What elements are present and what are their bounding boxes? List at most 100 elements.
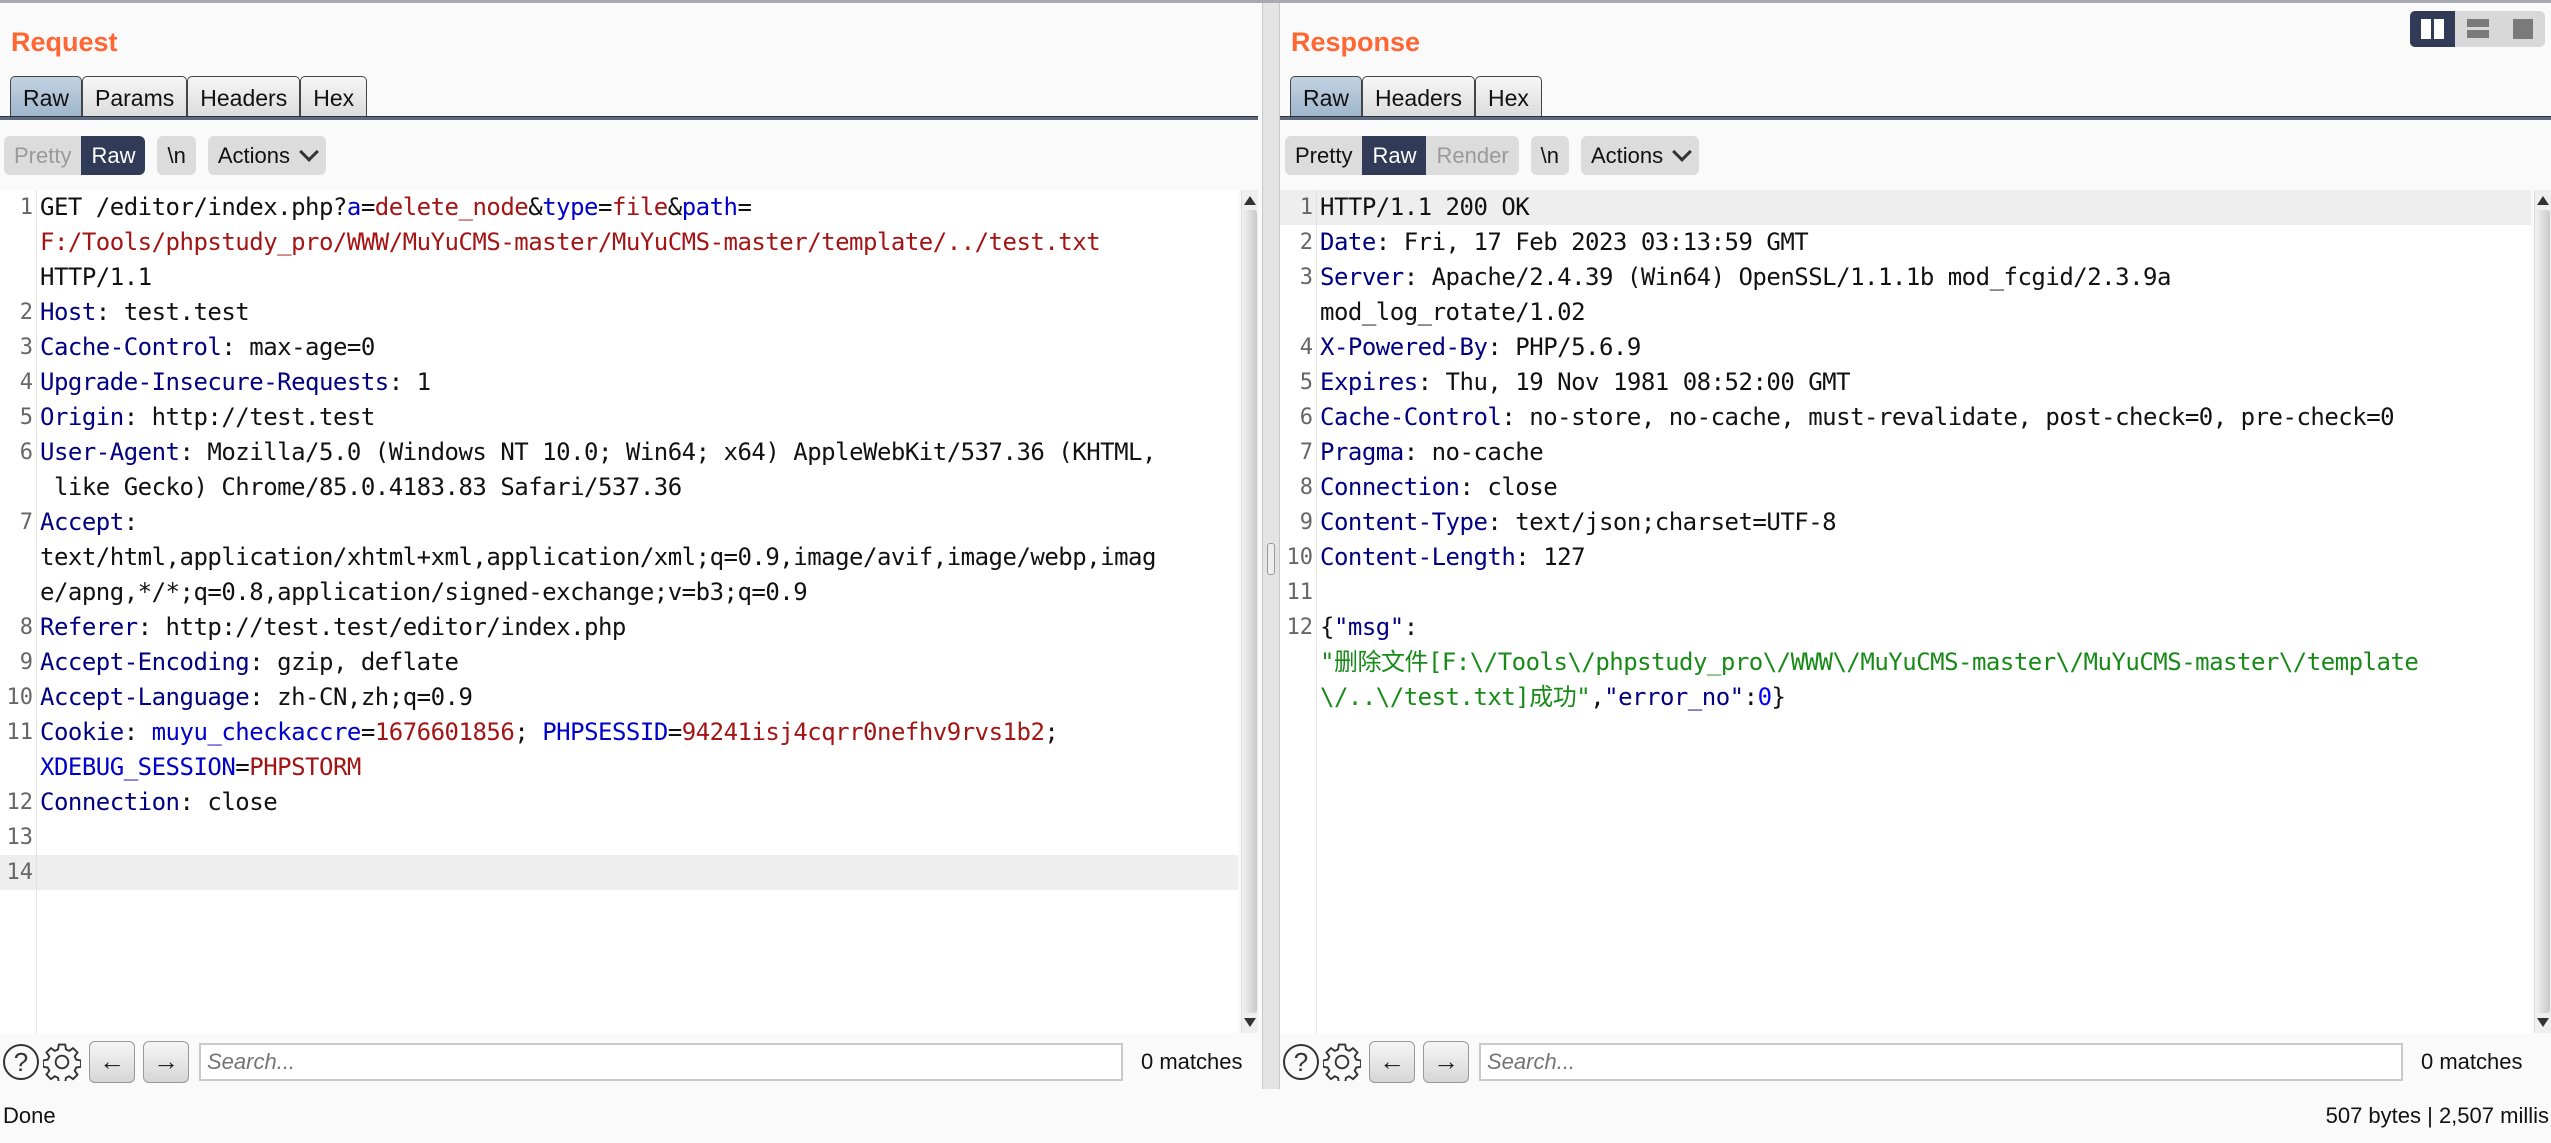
code-line[interactable]: 13 (0, 820, 1238, 855)
code-line[interactable]: 12 {"msg": "删除文件[F:\/Tools\/phpstudy_pro\… (1280, 610, 2531, 715)
code-line[interactable]: 4 Upgrade-Insecure-Requests: 1 (0, 365, 1238, 400)
search-previous-button[interactable]: ← (89, 1041, 135, 1083)
request-tab-raw[interactable]: Raw (10, 76, 83, 117)
line-number: 3 (19, 335, 33, 360)
scrollbar-thumb[interactable] (1243, 210, 1257, 1013)
response-tab-headers[interactable]: Headers (1362, 76, 1475, 117)
line-number: 7 (1299, 440, 1313, 465)
response-search-input[interactable] (1479, 1043, 2403, 1081)
code-line[interactable]: 3 Server: Apache/2.4.39 (Win64) OpenSSL/1… (1280, 260, 2531, 330)
search-previous-button[interactable]: ← (1369, 1041, 1415, 1083)
line-number: 6 (19, 440, 33, 465)
param-value: file (611, 193, 668, 221)
line-content: Content-Length: 127 (1316, 540, 1586, 575)
request-tab-params[interactable]: Params (82, 76, 188, 117)
line-number: 9 (1299, 510, 1313, 535)
line-content: Pragma: no-cache (1316, 435, 1544, 470)
response-tab-hex[interactable]: Hex (1474, 76, 1542, 117)
search-next-button[interactable]: → (1423, 1041, 1469, 1083)
line-content: Connection: close (1316, 470, 1558, 505)
plain-text: = (737, 193, 752, 221)
request-tab-hex[interactable]: Hex (300, 76, 368, 117)
code-line[interactable]: 7 Pragma: no-cache (1280, 435, 2531, 470)
line-number: 10 (6, 685, 34, 710)
arrow-left-icon: ← (1379, 1046, 1405, 1076)
code-line[interactable]: 1 HTTP/1.1 200 OK (1280, 190, 2531, 225)
line-number: 2 (1299, 230, 1313, 255)
code-line[interactable]: 11 (1280, 575, 2531, 610)
code-line[interactable]: 3 Cache-Control: max-age=0 (0, 330, 1238, 365)
scrollbar-thumb[interactable] (2536, 210, 2550, 1013)
code-line[interactable]: 14 (0, 855, 1238, 890)
code-line[interactable]: 2 Host: test.test (0, 295, 1238, 330)
response-newline-button[interactable]: \n (1530, 136, 1569, 175)
code-line[interactable]: 8 Referer: http://test.test/editor/index.… (0, 610, 1238, 645)
header-name: Referer (40, 613, 138, 641)
scroll-up-arrow-icon[interactable] (2537, 196, 2549, 205)
code-line[interactable]: 11 Cookie: muyu_checkaccre=1676601856; PH… (0, 715, 1238, 785)
chevron-down-icon (1672, 141, 1693, 162)
plain-text: { (1320, 613, 1334, 641)
request-pretty-button[interactable]: Pretty (4, 136, 81, 175)
scroll-down-arrow-icon[interactable] (2537, 1018, 2549, 1027)
response-scrollbar[interactable] (2534, 190, 2551, 1033)
response-tab-raw[interactable]: Raw (1290, 76, 1363, 117)
header-name: Connection (40, 788, 180, 816)
request-editor[interactable]: 1 GET /editor/index.php?a=delete_node&typ… (0, 190, 1238, 1033)
code-line[interactable]: 10 Accept-Language: zh-CN,zh;q=0.9 (0, 680, 1238, 715)
response-editor[interactable]: 1 HTTP/1.1 200 OK 2 Date: Fri, 17 Feb 2023 … (1280, 190, 2531, 1033)
request-raw-button[interactable]: Raw (81, 136, 146, 175)
divider-grip[interactable] (1267, 543, 1275, 575)
plain-text: = (235, 753, 250, 781)
request-panel: Request Raw Params Headers Hex Pretty Ra… (0, 3, 1258, 1089)
line-number: 1 (19, 195, 33, 220)
plain-text: : text/html,application/xhtml+xml,applic… (40, 508, 1156, 606)
response-raw-button[interactable]: Raw (1362, 136, 1427, 175)
code-line[interactable]: 10 Content-Length: 127 (1280, 540, 2531, 575)
code-line[interactable]: 5 Expires: Thu, 19 Nov 1981 08:52:00 GMT (1280, 365, 2531, 400)
request-search-bar: ? ← → 0 matches (0, 1035, 1258, 1089)
plain-text: : (1743, 683, 1758, 711)
code-line[interactable]: 9 Accept-Encoding: gzip, deflate (0, 645, 1238, 680)
request-scrollbar[interactable] (1241, 190, 1258, 1033)
scroll-down-arrow-icon[interactable] (1244, 1018, 1256, 1027)
code-line[interactable]: 1 GET /editor/index.php?a=delete_node&typ… (0, 190, 1238, 295)
help-icon[interactable]: ? (3, 1044, 39, 1080)
response-actions-button[interactable]: Actions (1581, 136, 1700, 175)
line-number: 12 (6, 790, 34, 815)
response-pretty-button[interactable]: Pretty (1285, 136, 1362, 175)
help-icon[interactable]: ? (1283, 1044, 1319, 1080)
header-name: Origin (40, 403, 124, 431)
header-name: Date (1320, 228, 1376, 256)
line-content: Server: Apache/2.4.39 (Win64) OpenSSL/1.… (1316, 260, 2171, 330)
request-actions-button[interactable]: Actions (207, 136, 326, 175)
code-line[interactable]: 2 Date: Fri, 17 Feb 2023 03:13:59 GMT (1280, 225, 2531, 260)
plain-text: : text/json;charset=UTF-8 (1487, 508, 1837, 536)
code-line[interactable]: 9 Content-Type: text/json;charset=UTF-8 (1280, 505, 2531, 540)
search-next-button[interactable]: → (143, 1041, 189, 1083)
code-line[interactable]: 6 User-Agent: Mozilla/5.0 (Windows NT 10.… (0, 435, 1238, 505)
request-newline-button[interactable]: \n (157, 136, 196, 175)
request-title: Request (11, 27, 118, 57)
code-line[interactable]: 4 X-Powered-By: PHP/5.6.9 (1280, 330, 2531, 365)
code-line[interactable]: 8 Connection: close (1280, 470, 2531, 505)
tab-underline (0, 116, 1258, 120)
request-search-input[interactable] (199, 1043, 1123, 1081)
code-line[interactable]: 7 Accept: text/html,application/xhtml+xml… (0, 505, 1238, 610)
line-content: Accept-Language: zh-CN,zh;q=0.9 (36, 680, 473, 715)
response-render-button[interactable]: Render (1426, 136, 1518, 175)
gear-icon[interactable] (43, 1043, 81, 1081)
request-tab-headers[interactable]: Headers (187, 76, 301, 117)
scroll-up-arrow-icon[interactable] (1244, 196, 1256, 205)
code-line[interactable]: 5 Origin: http://test.test (0, 400, 1238, 435)
plain-text: : (1403, 613, 1418, 641)
gear-icon[interactable] (1323, 1043, 1361, 1081)
plain-text: GET /editor/index.php? (40, 193, 347, 221)
line-number: 4 (1299, 335, 1313, 360)
code-line[interactable]: 6 Cache-Control: no-store, no-cache, must… (1280, 400, 2531, 435)
header-name: Server (1320, 263, 1404, 291)
code-line[interactable]: 12 Connection: close (0, 785, 1238, 820)
plain-text: = (360, 718, 375, 746)
request-toolbar: Pretty Raw \n Actions (4, 136, 326, 175)
pane-divider[interactable] (1262, 3, 1280, 1089)
